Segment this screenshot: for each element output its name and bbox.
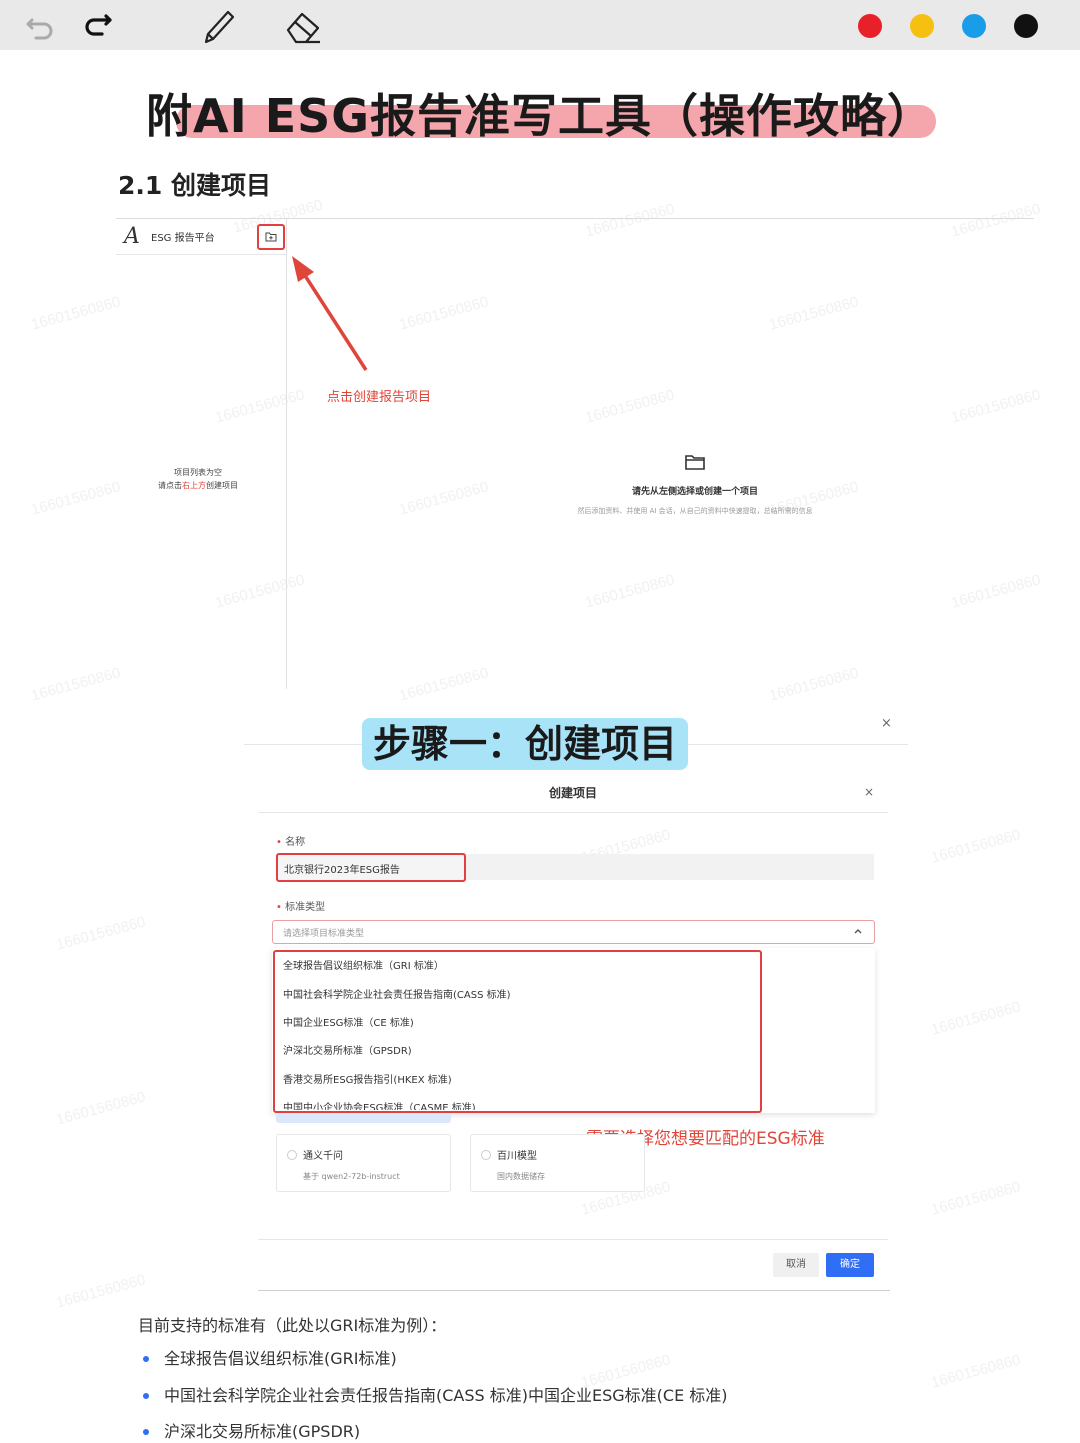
outer-close-icon[interactable]: × (881, 716, 892, 731)
option-casme[interactable]: 中国中小企业协会ESG标准（CASME 标准) (283, 1099, 476, 1110)
model-desc: 国内数据储存 (497, 1172, 545, 1181)
model-card-baichuan[interactable]: 百川模型 国内数据储存 (470, 1134, 645, 1192)
watermark: 16601560860 (213, 386, 307, 427)
standards-list: 全球报告倡议组织标准(GRI标准) 中国社会科学院企业社会责任报告指南(CASS… (142, 1348, 728, 1443)
watermark: 16601560860 (583, 386, 677, 427)
divider (258, 812, 888, 813)
model-desc: 基于 qwen2-72b-instruct (303, 1172, 400, 1181)
divider (258, 1290, 890, 1291)
folder-plus-icon (265, 232, 277, 242)
dropdown-highlight (273, 950, 762, 1113)
intro-text: 目前支持的标准有（此处以GRI标准为例）： (138, 1316, 447, 1335)
watermark: 16601560860 (54, 1271, 148, 1312)
list-item: 全球报告倡议组织标准(GRI标准) (142, 1348, 728, 1385)
annotation-arrow-icon (292, 256, 368, 371)
platform-logo-icon: A (124, 224, 140, 249)
watermark: 16601560860 (29, 293, 123, 334)
chevron-up-icon[interactable] (852, 925, 864, 937)
empty-list-text: 项目列表为空 (174, 468, 222, 477)
step-banner: 步骤一：创建项目 (362, 718, 688, 770)
color-red-swatch[interactable] (858, 14, 882, 38)
list-item: 沪深北交易所标准(GPSDR) (142, 1421, 728, 1443)
watermark: 16601560860 (929, 1351, 1023, 1392)
model-name: 百川模型 (497, 1151, 537, 1162)
eraser-icon[interactable] (282, 6, 322, 46)
color-blue-swatch[interactable] (962, 14, 986, 38)
name-input[interactable]: 北京银行2023年ESG报告 (276, 853, 466, 882)
watermark: 16601560860 (767, 664, 861, 705)
section-title: 2.1 创建项目 (118, 171, 271, 200)
name-label: • 名称 (276, 837, 306, 848)
watermark: 16601560860 (54, 1088, 148, 1129)
empty-state-title: 请先从左侧选择或创建一个项目 (631, 487, 758, 497)
watermark: 16601560860 (929, 826, 1023, 867)
radio-button[interactable] (287, 1150, 297, 1160)
platform-name: ESG 报告平台 (151, 233, 215, 244)
watermark: 16601560860 (583, 200, 677, 241)
divider (116, 254, 286, 255)
radio-button[interactable] (481, 1150, 491, 1160)
folder-icon (685, 455, 705, 470)
annotation-label: 点击创建报告项目 (327, 390, 432, 405)
watermark: 16601560860 (949, 200, 1043, 241)
empty-list-hint: 请点击右上方创建项目 (158, 481, 238, 490)
watermark: 16601560860 (949, 386, 1043, 427)
watermark: 16601560860 (767, 293, 861, 334)
watermark: 16601560860 (929, 998, 1023, 1039)
option-gpsdr[interactable]: 沪深北交易所标准（GPSDR) (283, 1042, 412, 1057)
redo-icon[interactable] (78, 6, 118, 46)
option-gri[interactable]: 全球报告倡议组织标准（GRI 标准） (283, 957, 444, 972)
empty-state-subtitle: 然后添加资料、并使用 AI 会话，从自己的资料中快速提取，总结所需的信息 (577, 507, 813, 515)
pencil-icon[interactable] (198, 6, 238, 46)
color-black-swatch[interactable] (1014, 14, 1038, 38)
standard-label: • 标准类型 (276, 902, 326, 913)
option-cass[interactable]: 中国社会科学院企业社会责任报告指南(CASS 标准) (283, 986, 511, 1001)
watermark: 16601560860 (29, 478, 123, 519)
cancel-button[interactable]: 取消 (773, 1253, 819, 1277)
watermark: 16601560860 (583, 571, 677, 612)
option-ce[interactable]: 中国企业ESG标准（CE 标准) (283, 1014, 414, 1029)
drawing-toolbar (0, 0, 1080, 50)
dialog-title: 创建项目 (548, 786, 597, 800)
list-item: 中国社会科学院企业社会责任报告指南(CASS 标准)中国企业ESG标准(CE 标… (142, 1385, 728, 1422)
color-yellow-swatch[interactable] (910, 14, 934, 38)
create-project-button[interactable] (257, 224, 285, 250)
watermark: 16601560860 (397, 664, 491, 705)
watermark: 16601560860 (929, 1178, 1023, 1219)
watermark: 16601560860 (213, 571, 307, 612)
option-hkex[interactable]: 香港交易所ESG报告指引(HKEX 标准) (283, 1071, 452, 1086)
model-name: 通义千问 (303, 1151, 343, 1162)
page-title: 附AI ESG报告准写工具（操作攻略） (145, 89, 935, 143)
selected-model-strip (276, 1113, 451, 1123)
watermark: 16601560860 (54, 913, 148, 954)
standard-select[interactable]: 请选择项目标准类型 (272, 920, 875, 944)
watermark: 16601560860 (397, 478, 491, 519)
watermark: 16601560860 (949, 571, 1043, 612)
confirm-button[interactable]: 确定 (826, 1253, 874, 1277)
close-icon[interactable]: × (864, 785, 874, 799)
undo-icon[interactable] (20, 6, 60, 46)
model-card-qwen[interactable]: 通义千问 基于 qwen2-72b-instruct (276, 1134, 451, 1192)
watermark: 16601560860 (29, 664, 123, 705)
watermark: 16601560860 (397, 293, 491, 334)
divider (258, 1239, 888, 1240)
divider (116, 218, 1034, 219)
